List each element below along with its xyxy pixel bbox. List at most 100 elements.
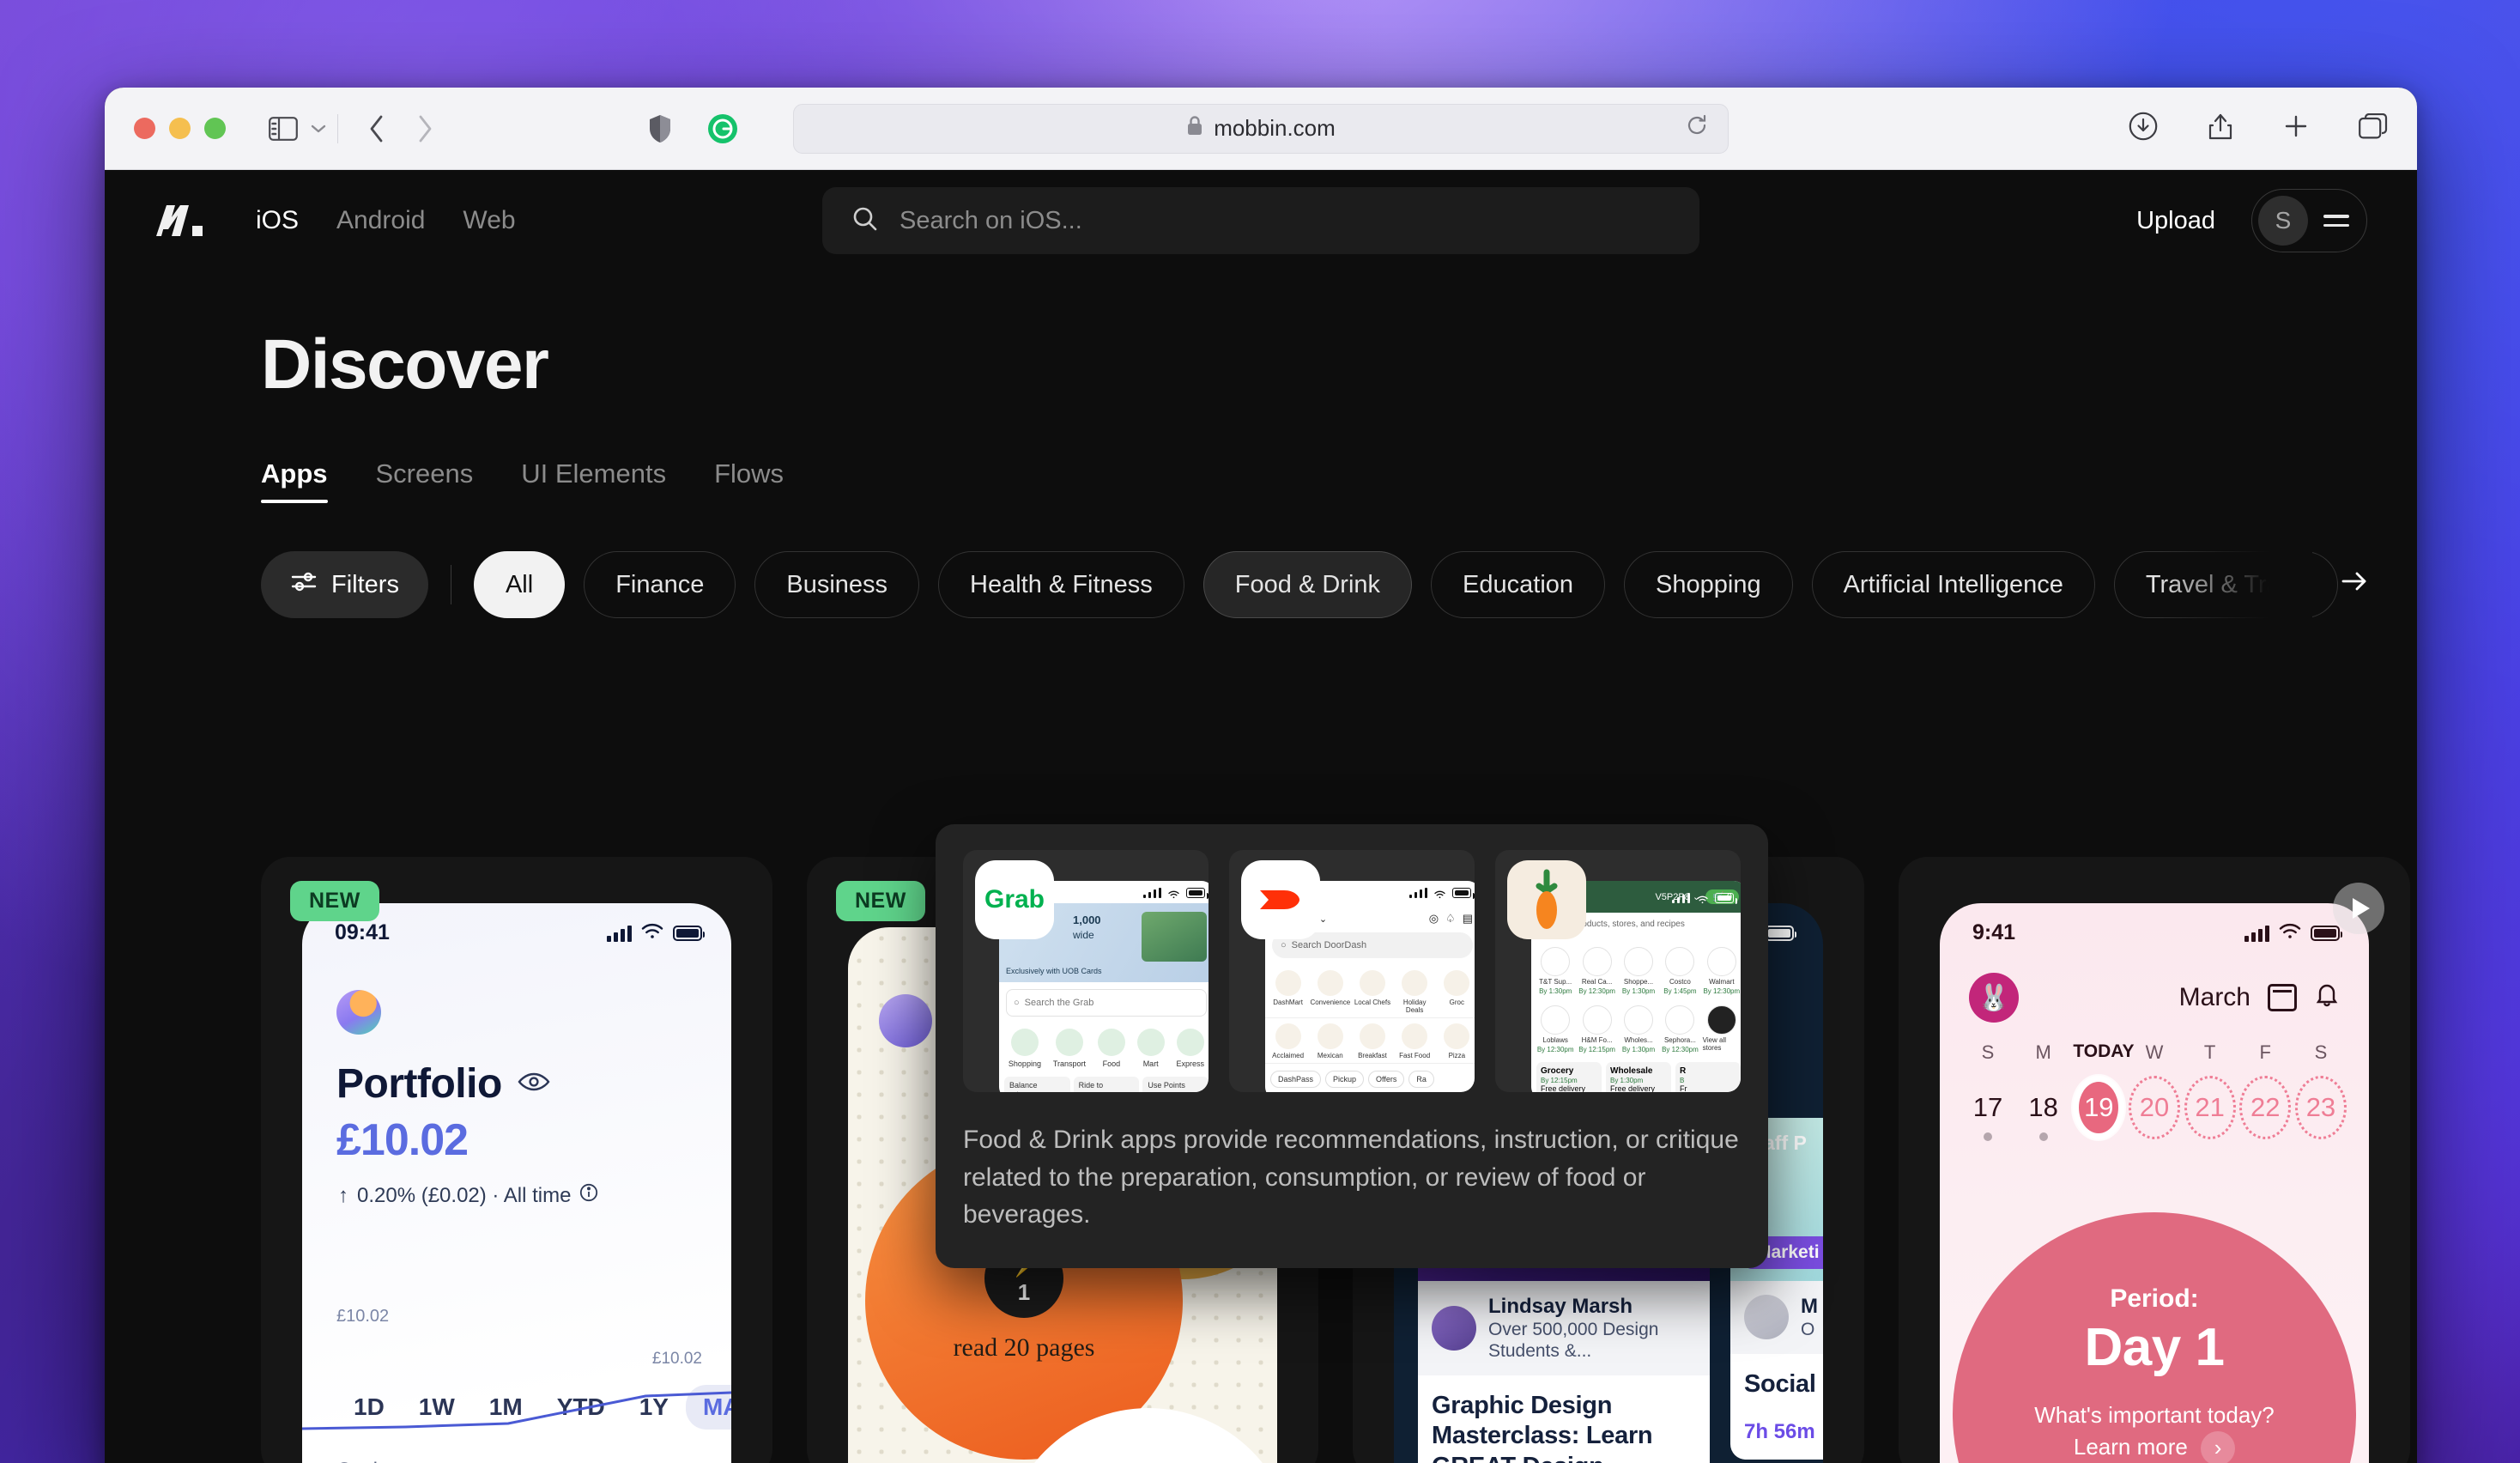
- delivery-card[interactable]: Grocery By 12:15pm Free delivery: [1536, 1062, 1602, 1092]
- grammarly-extension-icon[interactable]: [707, 113, 738, 144]
- app-preview-grab[interactable]: 1,000 wide Exclusively with UOB Cards ○ …: [963, 850, 1209, 1092]
- filter-chip[interactable]: DashPass: [1270, 1071, 1322, 1088]
- chevron-down-icon[interactable]: [310, 123, 327, 135]
- category-item[interactable]: Convenience: [1310, 970, 1350, 1014]
- tab-screens[interactable]: Screens: [376, 458, 474, 503]
- filter-chip[interactable]: Offers: [1368, 1071, 1405, 1088]
- learn-more-text[interactable]: What's important today? Learn more ›: [2013, 1400, 2296, 1463]
- quick-card[interactable]: Use Points4,291: [1142, 1077, 1209, 1092]
- filters-button[interactable]: Filters: [261, 551, 428, 618]
- date-cell-today[interactable]: 19: [2073, 1076, 2125, 1139]
- maximize-window-button[interactable]: [204, 118, 226, 139]
- category-item[interactable]: Fast Food: [1395, 1023, 1434, 1059]
- tab-apps[interactable]: Apps: [261, 458, 328, 503]
- back-button[interactable]: [367, 114, 386, 143]
- nav-link-android[interactable]: Android: [336, 206, 425, 235]
- upload-button[interactable]: Upload: [2136, 207, 2215, 235]
- window-controls[interactable]: [134, 118, 226, 139]
- app-card-period-tracker[interactable]: 9:41 🐰 March S M TODAY W T F S 17 18 19 …: [1899, 857, 2410, 1463]
- category-item[interactable]: Mart: [1136, 1029, 1165, 1068]
- app-card-portfolio[interactable]: NEW 09:41 Portfolio £10.02 ↑ 0.20% (£0.0…: [261, 857, 772, 1463]
- play-icon[interactable]: [2333, 883, 2384, 934]
- privacy-shield-icon[interactable]: [649, 114, 671, 143]
- chip-travel-transport[interactable]: Travel & Trans: [2113, 551, 2339, 618]
- share-icon[interactable]: [2208, 112, 2233, 145]
- chip-education[interactable]: Education: [1431, 551, 1606, 618]
- search-input[interactable]: [900, 206, 1670, 235]
- app-preview-doordash[interactable]: rsity Drive ⌄ ◎ ♤ ▤ ○ Search DoorDash: [1229, 850, 1475, 1092]
- account-icon[interactable]: ◎: [1429, 912, 1439, 926]
- nav-link-ios[interactable]: iOS: [256, 206, 299, 235]
- category-item[interactable]: Food: [1097, 1029, 1125, 1068]
- bell-icon[interactable]: [2314, 980, 2340, 1015]
- delivery-card[interactable]: Wholesale By 1:30pm Free delivery: [1606, 1062, 1671, 1092]
- plus-icon[interactable]: [2283, 113, 2309, 143]
- close-window-button[interactable]: [134, 118, 155, 139]
- chevron-right-icon[interactable]: ›: [2201, 1430, 2236, 1463]
- tab-flows[interactable]: Flows: [714, 458, 784, 503]
- category-item[interactable]: Transport: [1053, 1029, 1086, 1068]
- store-item[interactable]: Walmart By 12:30pm: [1703, 947, 1741, 995]
- hamburger-menu-icon[interactable]: [2323, 215, 2349, 227]
- search-field[interactable]: ○ Search the Grab: [1006, 989, 1207, 1017]
- category-item[interactable]: Groc: [1437, 970, 1475, 1014]
- category-item[interactable]: Pizza: [1437, 1023, 1475, 1059]
- store-item[interactable]: Costco By 1:45pm: [1661, 947, 1699, 995]
- calendar-icon[interactable]: [2268, 984, 2297, 1011]
- tab-ui-elements[interactable]: UI Elements: [521, 458, 666, 503]
- category-item[interactable]: Mexican: [1311, 1023, 1350, 1059]
- date-cell[interactable]: 18: [2018, 1076, 2069, 1141]
- store-item[interactable]: Loblaws By 12:30pm: [1536, 1005, 1574, 1053]
- chip-food-drink[interactable]: Food & Drink: [1202, 551, 1413, 618]
- forward-button[interactable]: [415, 114, 434, 143]
- date-cell[interactable]: 17: [1962, 1076, 2014, 1141]
- store-item[interactable]: Wholes... By 1:30pm: [1620, 1005, 1657, 1053]
- category-item[interactable]: Breakfast: [1353, 1023, 1392, 1059]
- app-preview-instacart[interactable]: V5P2P8 ⌄ 🛒 0 Search products, stores, an…: [1495, 850, 1741, 1092]
- store-item[interactable]: H&M Fo... By 12:15pm: [1578, 1005, 1615, 1053]
- date-cell-predicted[interactable]: 21: [2184, 1076, 2236, 1139]
- sidebar-toggle-icon[interactable]: [269, 116, 298, 141]
- info-icon[interactable]: [579, 1183, 598, 1208]
- category-item[interactable]: Acclaimed: [1269, 1023, 1308, 1059]
- store-item-view-all[interactable]: View all stores: [1703, 1005, 1741, 1053]
- filter-chip[interactable]: Ra: [1408, 1071, 1434, 1088]
- mobbin-logo[interactable]: [154, 203, 211, 238]
- minimize-window-button[interactable]: [169, 118, 191, 139]
- chip-business[interactable]: Business: [754, 551, 920, 618]
- date-cell-predicted[interactable]: 23: [2294, 1076, 2347, 1139]
- category-item[interactable]: Express: [1177, 1029, 1204, 1068]
- chip-artificial-intelligence[interactable]: Artificial Intelligence: [1811, 551, 2095, 618]
- category-item[interactable]: DashMart: [1269, 970, 1308, 1014]
- reload-icon[interactable]: [1685, 113, 1709, 143]
- bunny-avatar-icon[interactable]: 🐰: [1969, 973, 2019, 1023]
- filter-chip[interactable]: Pickup: [1325, 1071, 1365, 1088]
- quick-card[interactable]: BalanceS$ 0.00: [1004, 1077, 1070, 1092]
- category-item[interactable]: Shopping: [1009, 1029, 1041, 1068]
- chip-health-fitness[interactable]: Health & Fitness: [938, 551, 1184, 618]
- chip-shopping[interactable]: Shopping: [1624, 551, 1793, 618]
- date-cell-predicted[interactable]: 20: [2128, 1076, 2180, 1139]
- tab-overview-icon[interactable]: [2359, 112, 2388, 143]
- arrow-right-icon[interactable]: [2336, 563, 2372, 604]
- store-item[interactable]: Sephora... By 12:30pm: [1661, 1005, 1699, 1053]
- store-item[interactable]: T&T Sup... By 1:30pm: [1536, 947, 1574, 995]
- address-bar[interactable]: mobbin.com: [793, 103, 1729, 154]
- store-item[interactable]: Real Ca... By 12:30pm: [1578, 947, 1615, 995]
- delivery-card[interactable]: R B Fr: [1675, 1062, 1741, 1092]
- category-item[interactable]: Local Chefs: [1353, 970, 1392, 1014]
- date-cell-predicted[interactable]: 22: [2239, 1076, 2292, 1139]
- category-item[interactable]: Holiday Deals: [1395, 970, 1434, 1014]
- period-status-circle[interactable]: Period: Day 1 What's important today? Le…: [1953, 1212, 2356, 1463]
- cart-icon[interactable]: ▤: [1463, 912, 1473, 926]
- bell-icon[interactable]: ♤: [1445, 912, 1456, 926]
- eye-icon[interactable]: [518, 1071, 550, 1097]
- quick-card[interactable]: Ride toHome: [1073, 1077, 1140, 1092]
- search-box[interactable]: [822, 187, 1699, 254]
- download-icon[interactable]: [2129, 112, 2158, 145]
- account-menu-button[interactable]: S: [2251, 189, 2367, 252]
- chip-all[interactable]: All: [473, 551, 566, 618]
- chip-finance[interactable]: Finance: [584, 551, 736, 618]
- month-selector[interactable]: March: [2179, 980, 2340, 1015]
- store-item[interactable]: Shoppe... By 1:30pm: [1620, 947, 1657, 995]
